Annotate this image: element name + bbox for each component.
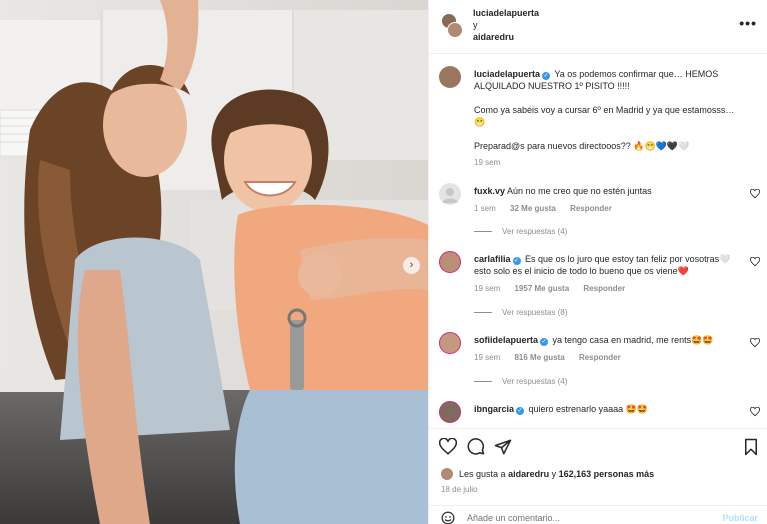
divider — [474, 312, 492, 313]
comment-icon[interactable] — [467, 438, 485, 456]
bookmark-icon[interactable] — [742, 438, 760, 456]
reply-button[interactable]: Responder — [570, 204, 612, 213]
view-replies-label: Ver respuestas (4) — [502, 227, 568, 236]
avatar[interactable] — [439, 401, 461, 423]
avatar[interactable] — [439, 332, 461, 354]
comment-text: Aún no me creo que no estén juntas — [507, 186, 652, 196]
comment-time: 1 sem — [474, 204, 496, 213]
comment-username[interactable]: carlafilia — [474, 254, 511, 264]
reply-button[interactable]: Responder — [579, 353, 621, 362]
post-header: luciadelapuerta y aidaredru ••• — [429, 0, 767, 54]
likes-summary[interactable]: Les gusta a aidaredru y 162,163 personas… — [441, 468, 654, 480]
caption-text-3: Preparad@s para nuevos directooos?? 🔥😁💙🖤… — [474, 141, 690, 151]
comment-time: 19 sem — [474, 353, 501, 362]
caption-text-2: Como ya sabéis voy a cursar 6º en Madrid… — [474, 105, 735, 115]
comment-text: Es que os lo juro que estoy tan feliz po… — [474, 254, 731, 276]
avatar[interactable] — [439, 183, 461, 205]
chevron-right-icon[interactable]: › — [403, 257, 420, 274]
verified-badge-icon: ✓ — [540, 338, 549, 346]
avatar — [447, 22, 463, 38]
likes-mid: y — [551, 469, 557, 479]
add-comment-bar: Publicar — [429, 505, 767, 524]
view-replies-button[interactable]: Ver respuestas (4) — [474, 227, 567, 236]
comment-text: ya tengo casa en madrid, me rents🤩🤩 — [552, 335, 714, 345]
emoji-icon[interactable] — [441, 511, 455, 524]
heart-icon[interactable] — [750, 257, 760, 267]
more-options-icon[interactable]: ••• — [739, 15, 757, 31]
verified-badge-icon: ✓ — [512, 257, 521, 265]
post-photo: › — [0, 0, 428, 524]
comment-text: quiero estrenarlo yaaaa 🤩🤩 — [528, 404, 649, 414]
comment-username[interactable]: ibngarcia — [474, 404, 514, 414]
comment-username[interactable]: fuxk.vy — [474, 186, 505, 196]
avatar[interactable] — [439, 251, 461, 273]
view-replies-button[interactable]: Ver respuestas (8) — [474, 308, 567, 317]
reply-button[interactable]: Responder — [583, 284, 625, 293]
view-replies-button[interactable]: Ver respuestas (4) — [474, 377, 567, 386]
comment-likes[interactable]: 816 Me gusta — [514, 353, 564, 362]
post-footer: Les gusta a aidaredru y 162,163 personas… — [429, 428, 767, 524]
heart-icon[interactable] — [750, 189, 760, 199]
avatar — [441, 468, 453, 480]
action-bar — [439, 438, 759, 458]
publish-button[interactable]: Publicar — [722, 513, 758, 523]
likes-user[interactable]: aidaredru — [508, 469, 549, 479]
heart-icon[interactable] — [750, 338, 760, 348]
post-side-panel: luciadelapuerta y aidaredru ••• luciadel… — [428, 0, 767, 524]
likes-count[interactable]: 162,163 personas más — [559, 469, 655, 479]
heart-icon[interactable] — [750, 407, 760, 417]
divider — [474, 381, 492, 382]
likes-prefix: Les gusta a — [459, 469, 506, 479]
caption-time: 19 sem — [474, 158, 501, 167]
view-replies-label: Ver respuestas (8) — [502, 308, 568, 317]
view-replies-label: Ver respuestas (4) — [502, 377, 568, 386]
post-date: 18 de julio — [441, 485, 478, 494]
caption-emoji: 😁 — [474, 117, 486, 127]
heart-icon[interactable] — [439, 438, 457, 456]
share-icon[interactable] — [494, 438, 512, 456]
author-username[interactable]: luciadelapuerta — [473, 7, 539, 19]
caption-username[interactable]: luciadelapuerta — [474, 69, 540, 79]
collaborator-username[interactable]: aidaredru — [473, 31, 539, 43]
author-conjunction: y — [473, 20, 478, 30]
photo-illustration — [0, 0, 428, 524]
comment-time: 19 sem — [474, 284, 501, 293]
post-authors: luciadelapuerta y aidaredru — [473, 7, 539, 43]
verified-badge-icon: ✓ — [542, 72, 551, 80]
divider — [474, 231, 492, 232]
avatar[interactable] — [439, 66, 461, 88]
comment-input[interactable] — [467, 513, 584, 523]
comment-username[interactable]: sofiidelapuerta — [474, 335, 538, 345]
verified-badge-icon: ✓ — [516, 407, 525, 415]
comment-likes[interactable]: 1957 Me gusta — [514, 284, 569, 293]
comment-likes[interactable]: 32 Me gusta — [510, 204, 556, 213]
collab-avatars[interactable] — [441, 13, 463, 39]
comments-list[interactable]: luciadelapuerta ✓ Ya os podemos confirmar… — [429, 55, 767, 428]
